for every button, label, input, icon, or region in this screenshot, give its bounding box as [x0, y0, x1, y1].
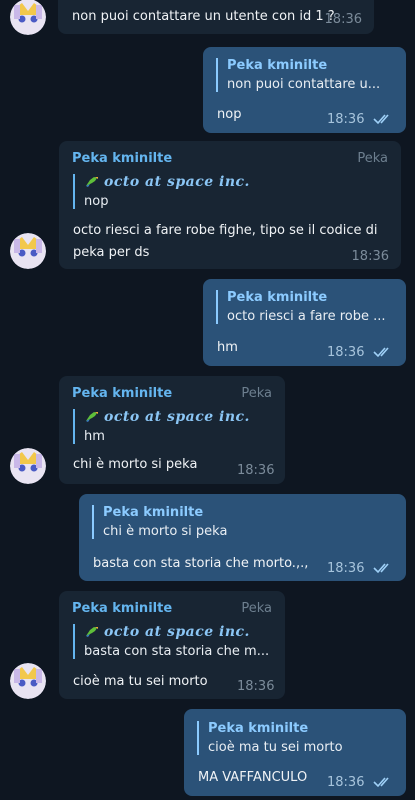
- quote-text: basta con sta storia che m...: [84, 644, 270, 659]
- sender-name[interactable]: Peka kminilte: [72, 386, 172, 401]
- message-text-line-2: peka per ds: [73, 245, 150, 260]
- reply-quote[interactable]: octo at space inc. basta con sta storia …: [73, 624, 274, 659]
- avatar[interactable]: [10, 233, 46, 269]
- sender-name[interactable]: Peka kminilte: [72, 601, 172, 616]
- message-bubble-incoming[interactable]: Peka kminilte Peka octo at space inc. no…: [59, 141, 401, 269]
- quote-text: hm: [84, 429, 105, 444]
- message-bubble-incoming[interactable]: non puoi contattare un utente con id 1 ?…: [58, 0, 374, 34]
- quote-sender: Peka kminilte: [103, 505, 204, 520]
- double-check-icon: [373, 347, 389, 358]
- message-text: chi è morto si peka: [73, 457, 198, 472]
- message-text: non puoi contattare un utente con id 1 ?: [72, 9, 335, 24]
- quote-sender: Peka kminilte: [208, 721, 309, 736]
- quote-text: nop: [84, 194, 109, 209]
- parrot-emoji-icon: [86, 177, 98, 187]
- message-text: basta con sta storia che morto.,.,: [93, 556, 309, 571]
- double-check-icon: [373, 777, 389, 788]
- avatar[interactable]: [10, 0, 46, 35]
- quote-sender: octo at space inc.: [104, 624, 250, 640]
- avatar[interactable]: [10, 663, 46, 699]
- message-bubble-outgoing[interactable]: Peka kminilte cioè ma tu sei morto MA VA…: [184, 709, 406, 796]
- avatar[interactable]: [10, 448, 46, 484]
- quote-text: octo riesci a fare robe ...: [227, 309, 386, 324]
- message-time: 18:36: [237, 463, 275, 478]
- quote-sender: octo at space inc.: [104, 409, 250, 425]
- reply-quote[interactable]: Peka kminilte cioè ma tu sei morto: [197, 721, 343, 755]
- message-text: nop: [217, 107, 242, 122]
- double-check-icon: [373, 114, 389, 125]
- message-bubble-outgoing[interactable]: Peka kminilte non puoi contattare u... n…: [203, 47, 406, 133]
- reply-quote[interactable]: Peka kminilte non puoi contattare u...: [216, 58, 380, 92]
- message-bubble-incoming[interactable]: Peka kminilte Peka octo at space inc. hm…: [59, 376, 285, 484]
- sender-tag: Peka: [241, 386, 272, 401]
- double-check-icon: [373, 563, 389, 574]
- message-bubble-outgoing[interactable]: Peka kminilte chi è morto si peka basta …: [79, 494, 406, 581]
- message-time: 18:36: [351, 249, 389, 264]
- reply-quote[interactable]: octo at space inc. nop: [73, 174, 250, 209]
- reply-quote[interactable]: Peka kminilte chi è morto si peka: [92, 505, 227, 539]
- message-time: 18:36: [324, 12, 362, 27]
- quote-sender: Peka kminilte: [227, 290, 328, 305]
- message-text-line-1: octo riesci a fare robe fighe, tipo se i…: [73, 223, 378, 238]
- message-bubble-outgoing[interactable]: Peka kminilte octo riesci a fare robe ..…: [203, 279, 406, 366]
- message-bubble-incoming[interactable]: Peka kminilte Peka octo at space inc. ba…: [59, 591, 285, 699]
- sender-tag: Peka: [241, 601, 272, 616]
- reply-quote[interactable]: octo at space inc. hm: [73, 409, 250, 444]
- parrot-emoji-icon: [86, 627, 98, 637]
- sender-tag: Peka: [357, 151, 388, 166]
- message-text: cioè ma tu sei morto: [73, 674, 208, 689]
- quote-sender: octo at space inc.: [104, 174, 250, 190]
- message-text: MA VAFFANCULO: [198, 770, 308, 785]
- quote-text: non puoi contattare u...: [227, 77, 381, 92]
- message-time: 18:36: [327, 112, 365, 127]
- sender-name[interactable]: Peka kminilte: [72, 151, 172, 166]
- message-time: 18:36: [237, 679, 275, 694]
- quote-text: chi è morto si peka: [103, 524, 228, 539]
- message-time: 18:36: [327, 345, 365, 360]
- message-time: 18:36: [327, 561, 365, 576]
- parrot-emoji-icon: [86, 412, 98, 422]
- quote-sender: Peka kminilte: [227, 58, 328, 73]
- quote-text: cioè ma tu sei morto: [208, 740, 343, 755]
- reply-quote[interactable]: Peka kminilte octo riesci a fare robe ..…: [216, 290, 386, 324]
- message-text: hm: [217, 340, 238, 355]
- message-time: 18:36: [327, 775, 365, 790]
